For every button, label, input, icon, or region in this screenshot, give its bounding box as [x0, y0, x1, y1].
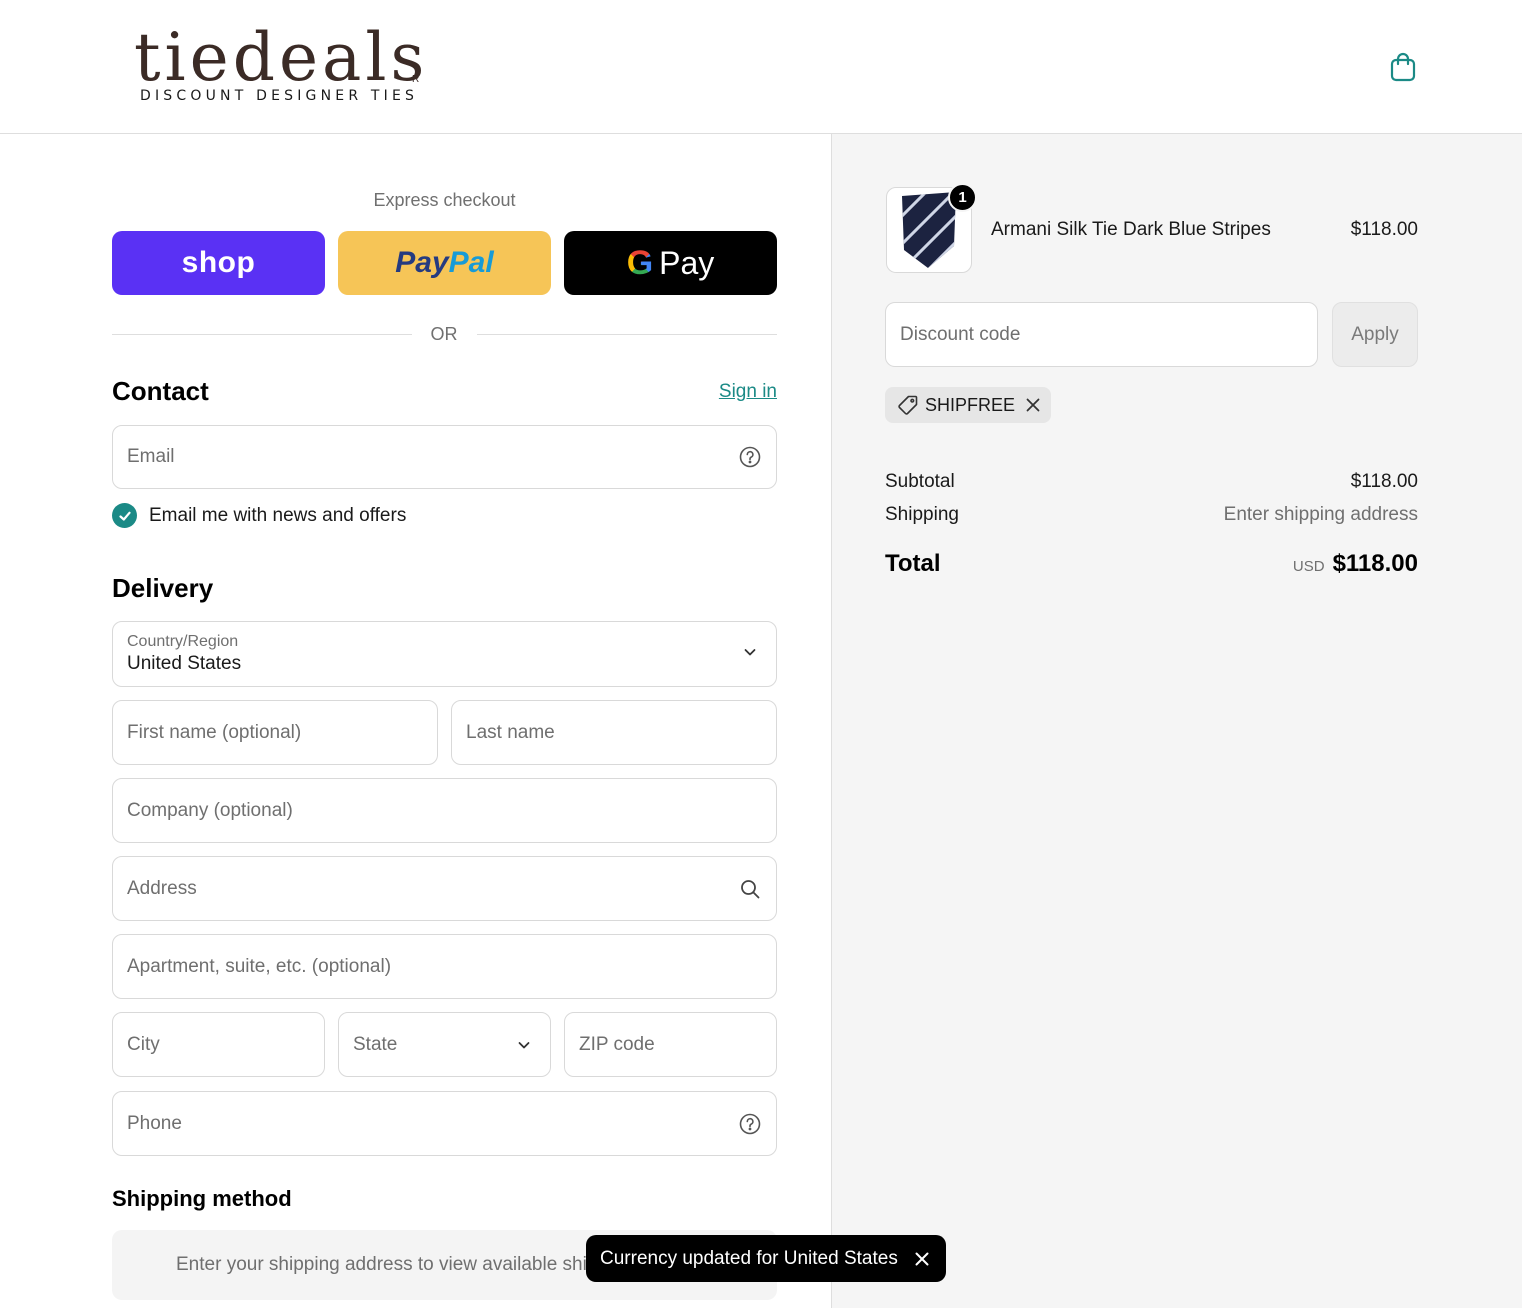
discount-code-label: SHIPFREE	[925, 394, 1016, 415]
apartment-field[interactable]: Apartment, suite, etc. (optional)	[112, 934, 777, 999]
subtotal-value: $118.00	[1350, 471, 1418, 492]
help-icon[interactable]	[738, 1112, 762, 1136]
first-name-field[interactable]: First name (optional)	[112, 700, 438, 765]
shop-pay-button[interactable]: shop	[112, 231, 325, 295]
apply-label: Apply	[1351, 323, 1399, 345]
divider-right	[477, 334, 777, 335]
total-label: Total	[885, 550, 941, 577]
shipping-label: Shipping	[885, 504, 959, 525]
remove-discount-icon[interactable]	[1025, 397, 1041, 413]
company-field[interactable]: Company (optional)	[112, 778, 777, 843]
google-pay-button[interactable]: G Pay	[564, 231, 777, 295]
help-icon[interactable]	[738, 445, 762, 469]
discount-code-field[interactable]: Discount code	[885, 302, 1318, 367]
email-field[interactable]: Email	[112, 425, 777, 489]
address-placeholder: Address	[127, 877, 197, 899]
subtotal-row: Subtotal $118.00	[885, 471, 1418, 493]
product-name: Armani Silk Tie Dark Blue Stripes	[991, 219, 1271, 240]
site-header: tiedeals R DISCOUNT DESIGNER TIES	[0, 0, 1522, 134]
total-row: Total USD $118.00	[885, 550, 1418, 578]
total-value: $118.00	[1332, 550, 1418, 577]
search-icon	[738, 877, 762, 901]
shop-pay-label: shop	[181, 246, 256, 279]
state-placeholder: State	[353, 1033, 398, 1055]
divider-left	[112, 334, 412, 335]
checkmark-icon	[118, 511, 131, 521]
sign-in-link[interactable]: Sign in	[700, 381, 777, 403]
toast-message: Currency updated for United States	[600, 1247, 898, 1269]
shipping-row: Shipping Enter shipping address	[885, 504, 1418, 526]
cart-button[interactable]	[1386, 50, 1420, 84]
paypal-label-part1: Pay	[395, 246, 449, 279]
contact-heading: Contact	[112, 376, 209, 406]
email-placeholder: Email	[127, 446, 175, 467]
close-icon[interactable]	[912, 1249, 932, 1269]
currency-code: USD	[1292, 558, 1325, 575]
last-name-placeholder: Last name	[466, 721, 555, 743]
city-placeholder: City	[127, 1033, 160, 1055]
or-divider-label: OR	[430, 324, 458, 344]
applied-discount-chip: SHIPFREE	[885, 387, 1052, 423]
shipping-method-heading: Shipping method	[112, 1186, 292, 1211]
city-field[interactable]: City	[112, 1012, 325, 1077]
last-name-field[interactable]: Last name	[451, 700, 777, 765]
google-g-icon: G	[626, 243, 654, 282]
state-select[interactable]: State	[338, 1012, 551, 1077]
apartment-placeholder: Apartment, suite, etc. (optional)	[127, 955, 392, 977]
phone-field[interactable]: Phone	[112, 1091, 777, 1156]
phone-placeholder: Phone	[127, 1112, 182, 1134]
zip-field[interactable]: ZIP code	[564, 1012, 777, 1077]
google-pay-label: Pay	[659, 244, 715, 281]
currency-toast: Currency updated for United States	[586, 1235, 946, 1282]
subtotal-label: Subtotal	[885, 471, 955, 492]
product-price: $118.00	[1350, 219, 1418, 240]
logo-tagline: DISCOUNT DESIGNER TIES	[140, 88, 419, 104]
logo[interactable]: tiedeals R DISCOUNT DESIGNER TIES	[134, 19, 434, 108]
discount-placeholder: Discount code	[900, 323, 1021, 345]
chevron-down-icon	[744, 649, 756, 656]
first-name-placeholder: First name (optional)	[127, 721, 302, 743]
newsletter-checkbox[interactable]	[112, 503, 137, 528]
logo-wordmark: tiedeals	[134, 19, 429, 96]
tag-icon	[897, 394, 919, 416]
shipping-value: Enter shipping address	[1223, 504, 1418, 525]
delivery-heading: Delivery	[112, 573, 214, 603]
newsletter-option: Email me with news and offers	[112, 503, 406, 528]
paypal-label-part2: Pal	[448, 246, 494, 279]
registered-mark: R	[412, 74, 420, 85]
chevron-down-icon	[512, 1033, 536, 1057]
apply-discount-button[interactable]: Apply	[1332, 302, 1418, 367]
country-label: Country/Region	[127, 633, 239, 650]
paypal-button[interactable]: Pay Pal	[338, 231, 551, 295]
shopping-bag-icon	[1390, 52, 1416, 82]
express-checkout-title: Express checkout	[373, 190, 516, 210]
company-placeholder: Company (optional)	[127, 799, 293, 821]
country-select[interactable]: Country/Region United States	[112, 621, 777, 687]
address-field[interactable]: Address	[112, 856, 777, 921]
zip-placeholder: ZIP code	[579, 1033, 655, 1055]
quantity-badge: 1	[948, 183, 977, 212]
newsletter-label: Email me with news and offers	[149, 504, 407, 526]
country-value: United States	[127, 653, 242, 674]
total-amount: USD $118.00	[1293, 550, 1418, 578]
